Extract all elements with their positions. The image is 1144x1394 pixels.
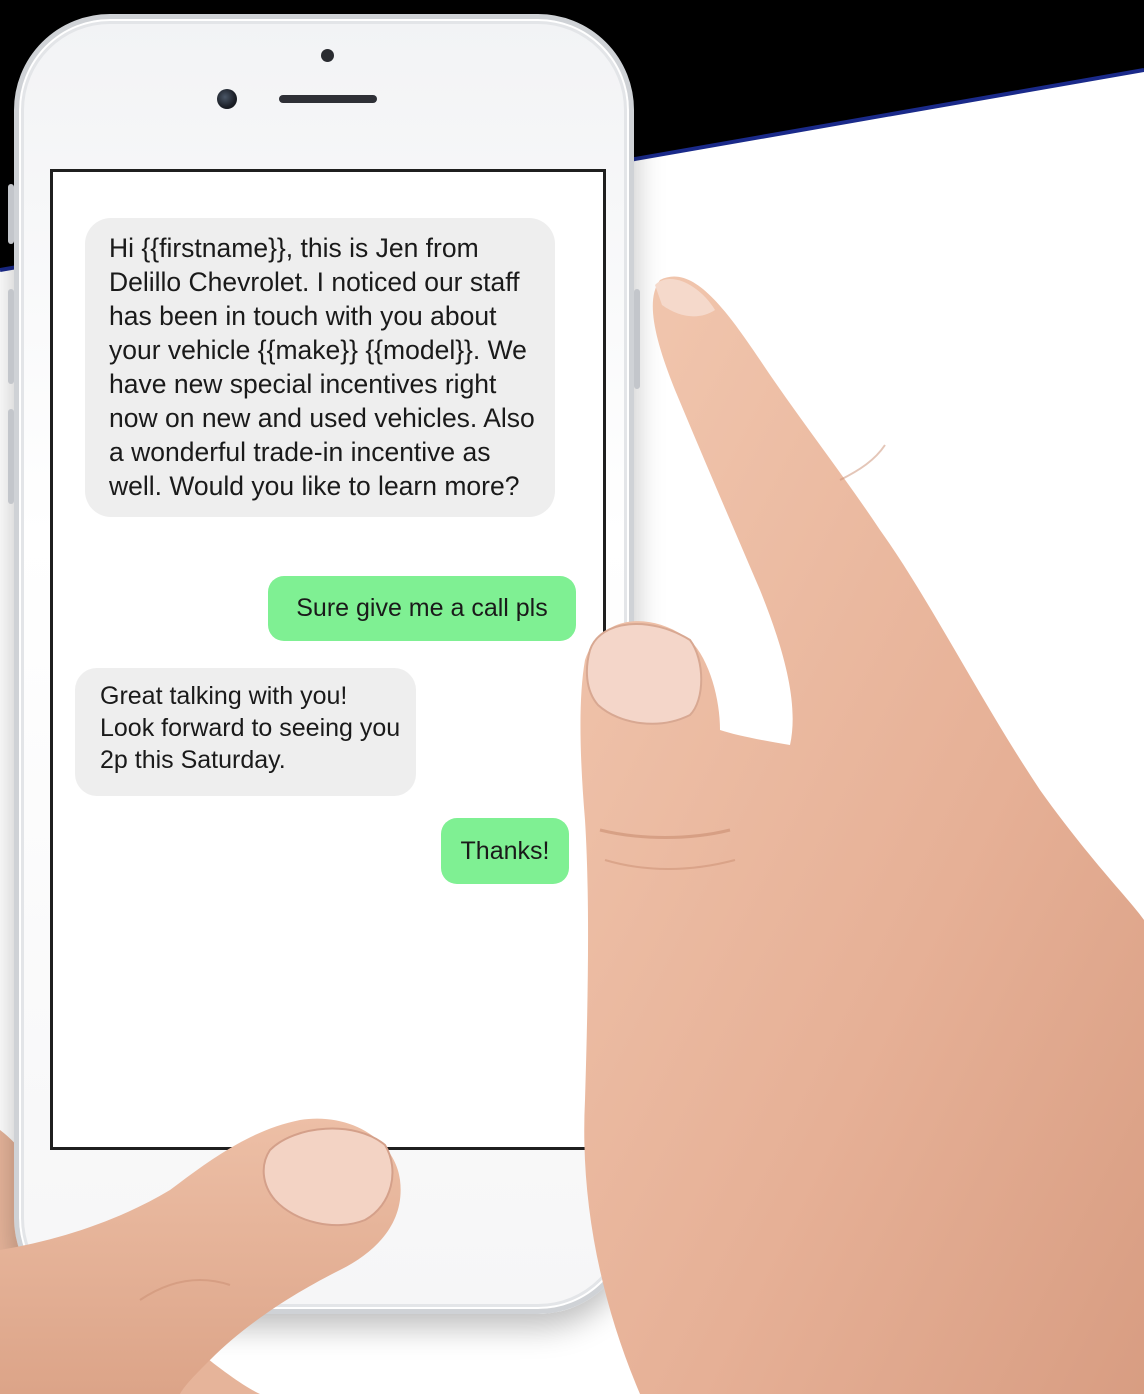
- power-button: [634, 289, 640, 389]
- front-camera-icon: [217, 89, 237, 109]
- incoming-message-bubble: Hi {{firstname}}, this is Jen from Delil…: [85, 218, 555, 517]
- incoming-message-bubble: Great talking with you! Look forward to …: [75, 668, 416, 796]
- sensor-dot: [321, 49, 334, 62]
- outgoing-message-bubble: Sure give me a call pls: [268, 576, 576, 641]
- volume-down-button: [8, 409, 14, 504]
- marketing-scene: Hi {{firstname}}, this is Jen from Delil…: [0, 0, 1144, 1394]
- volume-up-button: [8, 289, 14, 384]
- outgoing-message-bubble: Thanks!: [441, 818, 569, 884]
- smartphone: Hi {{firstname}}, this is Jen from Delil…: [8, 14, 640, 1314]
- speaker-grille-icon: [279, 95, 377, 103]
- message-screen[interactable]: Hi {{firstname}}, this is Jen from Delil…: [50, 169, 606, 1150]
- mute-switch: [8, 184, 14, 244]
